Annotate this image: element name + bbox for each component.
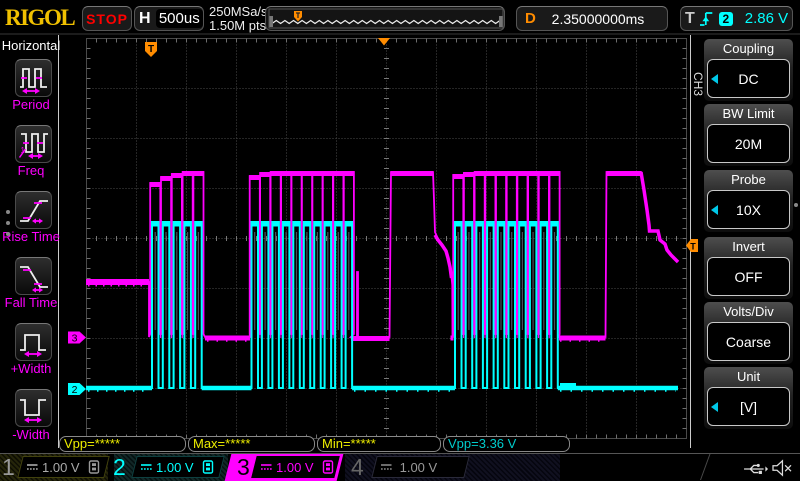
svg-text:3: 3 — [72, 333, 78, 345]
svg-text:T: T — [690, 242, 696, 252]
svg-text:T: T — [148, 44, 154, 55]
svg-text:2: 2 — [72, 384, 78, 396]
